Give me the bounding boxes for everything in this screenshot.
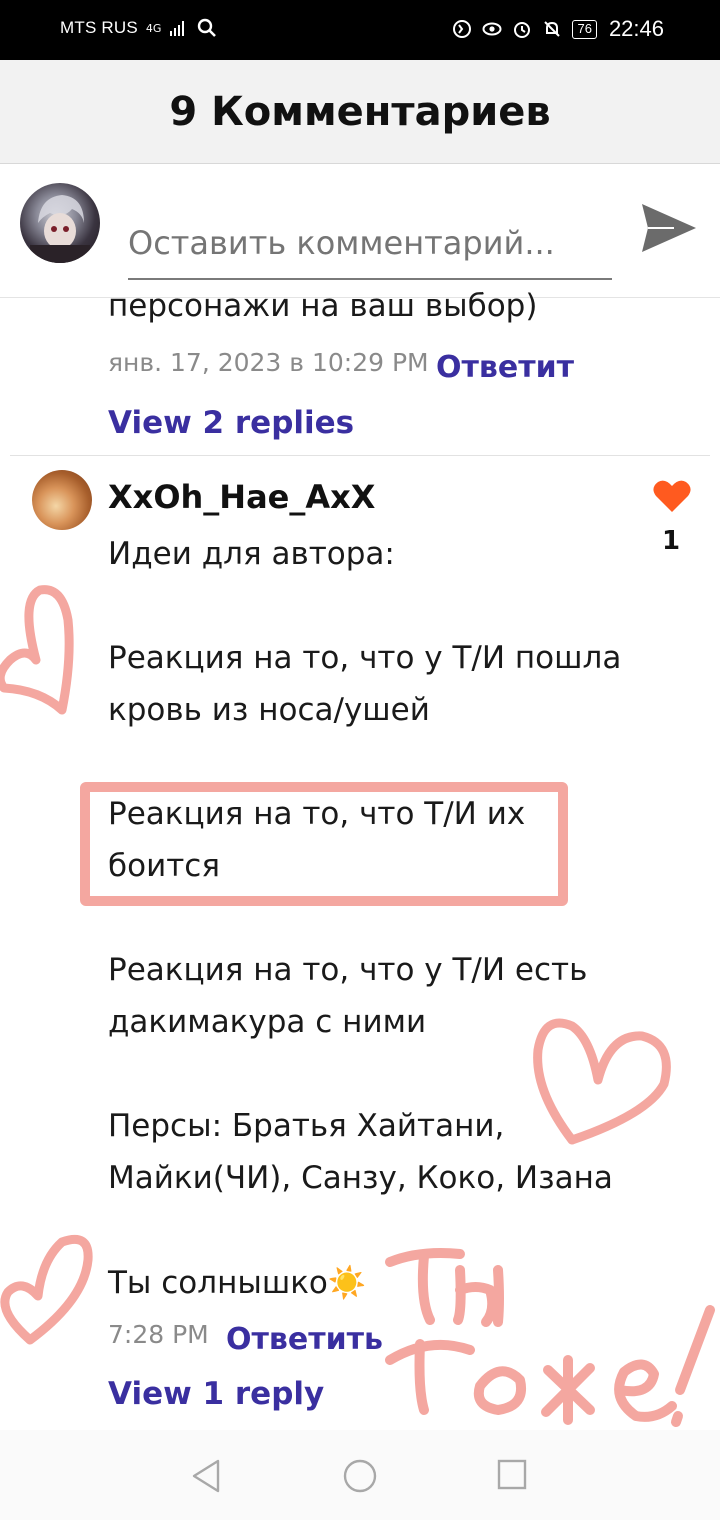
drawn-highlight-box bbox=[80, 782, 568, 906]
comment-input[interactable] bbox=[128, 204, 612, 280]
battery-indicator: 76 bbox=[572, 19, 597, 39]
data-saver-icon bbox=[453, 20, 472, 38]
signal-icon bbox=[170, 21, 185, 36]
mute-icon bbox=[544, 21, 561, 37]
comment-timestamp: 7:28 PM bbox=[108, 1320, 209, 1349]
comment-line: Ты солнышко☀️ bbox=[108, 1265, 367, 1301]
carrier-name: MTS RUS bbox=[60, 18, 138, 37]
status-left: MTS RUS 4G bbox=[60, 18, 217, 38]
system-nav-bar bbox=[0, 1430, 720, 1520]
comments-header: 9 Комментариев bbox=[0, 60, 720, 164]
heart-icon[interactable] bbox=[652, 478, 692, 514]
comment-line: Персы: Братья Хайтани, bbox=[108, 1108, 505, 1144]
comment-text-fragment: персонажи на ваш выбор) bbox=[108, 288, 538, 324]
search-icon bbox=[198, 18, 217, 37]
drawn-heart-left-top bbox=[0, 585, 74, 715]
drawn-heart-right bbox=[533, 1018, 671, 1145]
user-avatar[interactable] bbox=[20, 183, 100, 263]
nav-home-icon[interactable] bbox=[342, 1458, 378, 1494]
view-replies-link[interactable]: View 2 replies bbox=[108, 405, 354, 441]
comment-line: Идеи для автора: bbox=[108, 536, 395, 572]
avatar-image bbox=[30, 195, 90, 263]
alarm-icon bbox=[514, 22, 531, 38]
status-right: 76 22:46 bbox=[452, 16, 664, 42]
status-time: 22:46 bbox=[608, 16, 664, 41]
comment-timestamp: янв. 17, 2023 в 10:29 PM bbox=[108, 348, 429, 377]
drawn-handwriting bbox=[385, 1248, 715, 1427]
view-replies-link[interactable]: View 1 reply bbox=[108, 1376, 324, 1412]
status-bar: MTS RUS 4G 76 22:46 bbox=[0, 0, 720, 60]
comment-line: дакимакура с ними bbox=[108, 1004, 427, 1040]
reply-button[interactable]: Ответить bbox=[226, 1322, 383, 1357]
comment-line: Майки(ЧИ), Санзу, Коко, Изана bbox=[108, 1160, 613, 1196]
like-count: 1 bbox=[662, 526, 681, 556]
eye-icon bbox=[482, 22, 502, 36]
nav-recents-icon[interactable] bbox=[496, 1458, 528, 1492]
comment-line: кровь из носа/ушей bbox=[108, 692, 430, 728]
commenter-avatar[interactable] bbox=[32, 470, 92, 530]
reply-button[interactable]: Ответит bbox=[436, 350, 574, 385]
comment-line: Реакция на то, что у Т/И пошла bbox=[108, 640, 622, 676]
nav-back-icon[interactable] bbox=[190, 1458, 224, 1494]
comment-line: Реакция на то, что у Т/И есть bbox=[108, 952, 588, 988]
comment-divider bbox=[10, 455, 710, 456]
network-type: 4G bbox=[145, 21, 162, 35]
drawn-heart-left-bottom bbox=[0, 1234, 93, 1345]
page-title: 9 Комментариев bbox=[169, 88, 551, 135]
comment-composer bbox=[0, 164, 720, 298]
commenter-username[interactable]: XxOh_Hae_AxX bbox=[108, 478, 375, 516]
